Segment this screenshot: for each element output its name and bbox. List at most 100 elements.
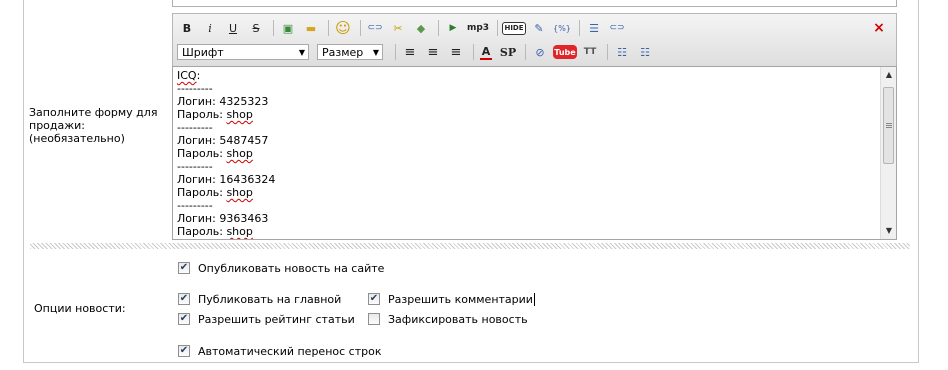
checkbox-auto-wrap[interactable]: ✔	[178, 345, 190, 357]
editor-text: Логин: 4325323	[177, 95, 269, 108]
youtube-icon[interactable]: Tube	[553, 45, 577, 59]
bold-icon[interactable]: B	[177, 18, 197, 38]
toolbar-separator	[360, 20, 361, 36]
toolbar-separator	[328, 20, 329, 36]
option-label: Опубликовать новость на сайте	[198, 261, 385, 275]
sale-form-label-line: Заполните форму для	[29, 106, 158, 119]
align-left-icon[interactable]: ≡	[400, 42, 420, 62]
editor-line: Пароль: shop	[177, 147, 877, 160]
underline-icon[interactable]: U	[223, 18, 243, 38]
scroll-down-arrow-icon[interactable]: ▼	[881, 223, 896, 239]
close-editor-icon[interactable]: ×	[869, 18, 889, 38]
editor-line: ---------	[177, 82, 877, 95]
media-icon[interactable]: ▶	[443, 18, 463, 38]
editor-line: Логин: 5487457	[177, 134, 877, 147]
hide-icon[interactable]: HIDE	[502, 21, 526, 35]
font-select[interactable]: Шрифт ▼	[177, 44, 309, 60]
font-select-value: Шрифт	[182, 45, 224, 59]
editor-text: :	[196, 69, 201, 82]
option-label: Автоматический перенос строк	[198, 344, 382, 358]
option-fix-news[interactable]: Зафиксировать новость	[368, 312, 528, 326]
text-cursor	[533, 292, 535, 306]
option-publish-main[interactable]: ✔ Публиковать на главной	[178, 292, 341, 306]
toolbar-separator	[438, 20, 439, 36]
editor-text: ---------	[177, 121, 213, 134]
toolbar-separator	[497, 20, 498, 36]
toolbar-separator	[525, 44, 526, 60]
option-allow-comments[interactable]: ✔ Разрешить комментарии	[368, 292, 535, 306]
editor-scrollbar[interactable]: ▲ ▼	[880, 67, 896, 239]
options-label: Опции новости:	[34, 302, 126, 315]
scroll-up-arrow-icon[interactable]: ▲	[881, 67, 896, 83]
editor-text: ---------	[177, 199, 213, 212]
editor-line: ICQ:	[177, 69, 877, 82]
editor-toolbar: Bi U S ▣ ▬ ☺ ⊂⊃ ✂ ◆ ▶ mp3 HIDE ✎ {%} ☰ ⊂⊃ × Шрифт ▼ Раз…	[172, 13, 897, 67]
sale-form-editor[interactable]: ICQ: --------- Логин: 4325323 Пароль: shop -…	[172, 66, 897, 240]
editor-line: Логин: 4325323	[177, 95, 877, 108]
misspelled-word: shop	[226, 147, 253, 160]
scroll-thumb[interactable]	[883, 87, 894, 164]
misspelled-word: shop	[226, 186, 253, 199]
toolbar-separator	[395, 44, 396, 60]
editor-line: ---------	[177, 121, 877, 134]
option-label: Разрешить комментарии	[388, 292, 533, 306]
editor-line: Пароль: shop	[177, 108, 877, 121]
chevron-down-icon: ▼	[372, 47, 379, 57]
editor-text: ---------	[177, 82, 213, 95]
numbered-list-icon[interactable]: ☷	[635, 42, 655, 62]
toolbar-row-formatting: Bi U S ▣ ▬ ☺ ⊂⊃ ✂ ◆ ▶ mp3 HIDE ✎ {%} ☰ ⊂⊃	[177, 17, 630, 39]
quote-icon[interactable]: ✎	[529, 18, 549, 38]
align-right-icon[interactable]: ≡	[446, 42, 466, 62]
code-icon[interactable]: {%}	[552, 18, 572, 38]
spoiler-icon[interactable]: SP	[498, 42, 518, 62]
typograph-icon[interactable]: TT	[580, 42, 600, 62]
option-allow-rating[interactable]: ✔ Разрешить рейтинг статьи	[178, 312, 355, 326]
flash-icon[interactable]: ⊘	[530, 42, 550, 62]
previous-field-edge	[172, 0, 897, 7]
folder-icon[interactable]: ▬	[301, 18, 321, 38]
mp3-icon[interactable]: mp3	[466, 18, 490, 38]
section-divider	[30, 243, 910, 249]
checkbox-publish-main[interactable]: ✔	[178, 293, 190, 305]
editor-text: Пароль:	[177, 108, 227, 121]
option-label: Зафиксировать новость	[388, 312, 528, 326]
page-link-icon[interactable]: ⊂⊃	[607, 18, 627, 38]
scroll-grip-line	[886, 127, 892, 128]
editor-line: Логин: 9363463	[177, 212, 877, 225]
bullet-list-icon[interactable]: ☷	[612, 42, 632, 62]
image-icon[interactable]: ▣	[278, 18, 298, 38]
misspelled-word: shop	[226, 225, 253, 238]
editor-text: ---------	[177, 160, 213, 173]
sale-form-label-line: (необязательно)	[29, 132, 125, 145]
checkbox-allow-comments[interactable]: ✔	[368, 293, 380, 305]
align-center-icon[interactable]: ≡	[423, 42, 443, 62]
editor-line: Логин: 16436324	[177, 173, 877, 186]
option-label: Разрешить рейтинг статьи	[198, 312, 355, 326]
editor-text: Логин: 9363463	[177, 212, 269, 225]
smiley-icon[interactable]: ☺	[333, 18, 353, 38]
link-icon[interactable]: ⊂⊃	[365, 18, 385, 38]
editor-line: Пароль: shop	[177, 186, 877, 199]
text-color-icon[interactable]: A	[480, 45, 492, 60]
toolbar-separator	[607, 44, 608, 60]
unlink-icon[interactable]: ✂	[388, 18, 408, 38]
toolbar-row-layout: Шрифт ▼ Размер ▼ ≡ ≡ ≡ A SP ⊘ Tube TT ☷ ☷	[177, 41, 658, 63]
editor-text: Логин: 16436324	[177, 173, 276, 186]
toolbar-separator	[473, 44, 474, 60]
size-select[interactable]: Размер ▼	[317, 44, 383, 60]
checkbox-fix-news[interactable]	[368, 313, 380, 325]
page-break-icon[interactable]: ☰	[584, 18, 604, 38]
editor-text: Пароль:	[177, 186, 227, 199]
option-publish-on-site[interactable]: ✔ Опубликовать новость на сайте	[178, 261, 384, 275]
italic-icon[interactable]: i	[200, 18, 220, 38]
option-auto-wrap[interactable]: ✔ Автоматический перенос строк	[178, 344, 381, 358]
leech-icon[interactable]: ◆	[411, 18, 431, 38]
sale-form-label: Заполните форму для продажи: (необязател…	[29, 106, 157, 145]
misspelled-word: shop	[226, 108, 253, 121]
strikethrough-icon[interactable]: S	[246, 18, 266, 38]
chevron-down-icon: ▼	[298, 47, 305, 57]
editor-text: Пароль:	[177, 225, 227, 238]
checkbox-allow-rating[interactable]: ✔	[178, 313, 190, 325]
editor-content[interactable]: ICQ: --------- Логин: 4325323 Пароль: shop -…	[177, 69, 877, 238]
checkbox-publish-on-site[interactable]: ✔	[178, 262, 190, 274]
